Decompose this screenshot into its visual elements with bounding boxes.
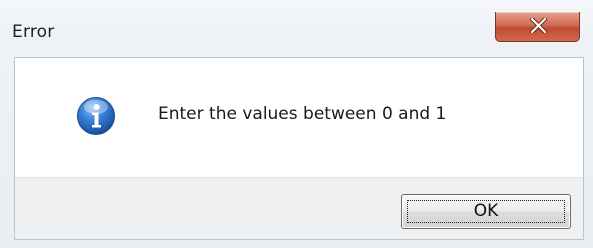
title-bar[interactable]: Error <box>0 0 593 52</box>
close-button[interactable] <box>495 12 580 42</box>
close-icon <box>530 18 547 33</box>
button-bar: OK <box>14 177 584 240</box>
error-message: Enter the values between 0 and 1 <box>158 104 447 124</box>
ok-button-label: OK <box>473 201 499 221</box>
information-icon <box>77 97 115 135</box>
dialog-content: Enter the values between 0 and 1 <box>14 57 584 177</box>
ok-button[interactable]: OK <box>401 194 571 229</box>
dialog-title: Error <box>12 22 55 42</box>
error-dialog: Error Enter the values between 0 and 1 O… <box>0 0 593 248</box>
